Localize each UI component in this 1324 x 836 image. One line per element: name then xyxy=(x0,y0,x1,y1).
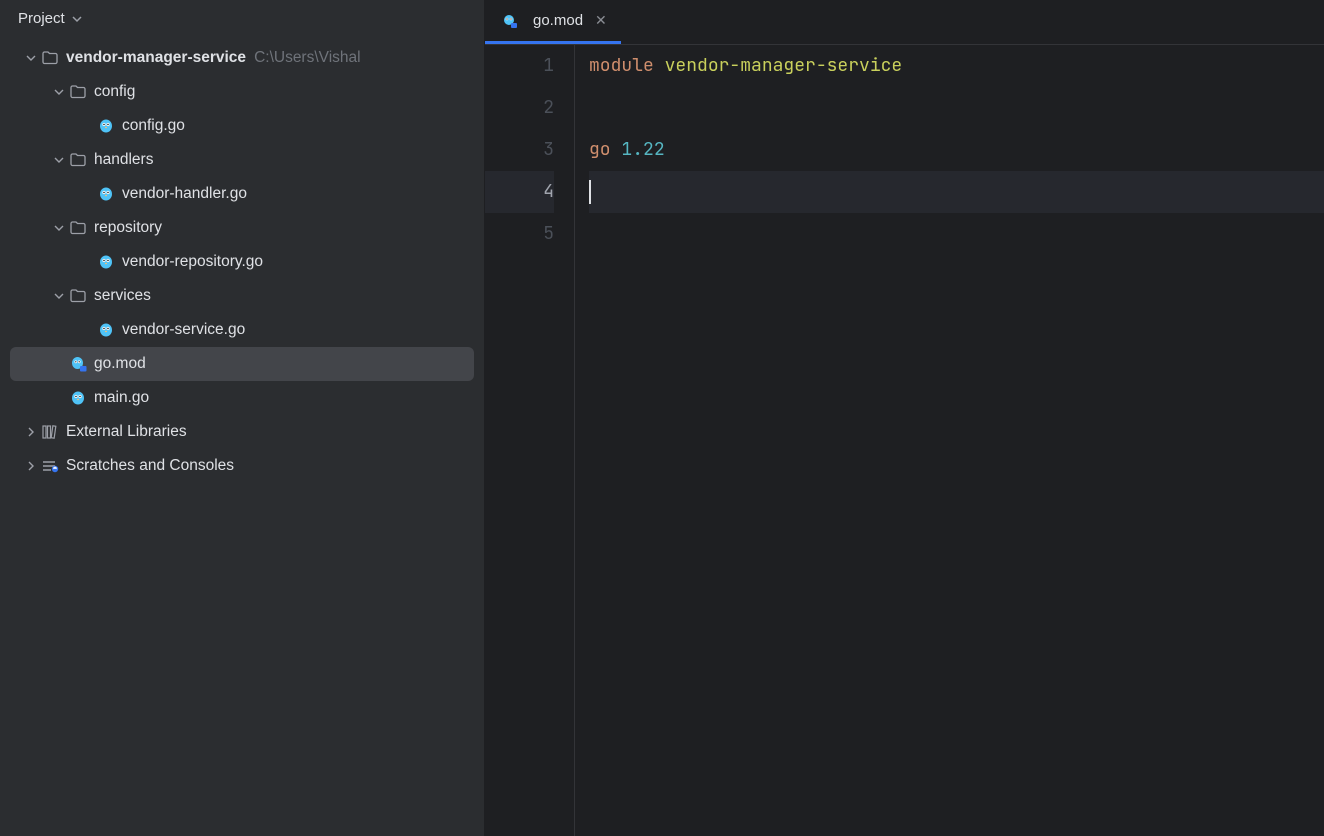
code-line-5 xyxy=(589,213,1324,255)
tree-item-label: vendor-handler.go xyxy=(122,185,247,203)
chevron-down-icon[interactable] xyxy=(50,287,68,305)
tree-item-label: External Libraries xyxy=(66,423,187,441)
tree-item-label: go.mod xyxy=(94,355,146,373)
tree-item-label: vendor-service.go xyxy=(122,321,245,339)
tree-item-vendor-manager-service[interactable]: vendor-manager-service C:\Users\Vishal xyxy=(0,41,484,75)
folder-icon xyxy=(68,150,88,170)
tree-item-vendor-handler-go[interactable]: vendor-handler.go xyxy=(0,177,484,211)
tree-item-path: C:\Users\Vishal xyxy=(254,49,361,67)
tree-item-label: Scratches and Consoles xyxy=(66,457,234,475)
tree-item-external-libraries[interactable]: External Libraries xyxy=(0,415,484,449)
file-tree[interactable]: vendor-manager-service C:\Users\Vishal con… xyxy=(0,37,484,836)
tree-item-vendor-repository-go[interactable]: vendor-repository.go xyxy=(0,245,484,279)
project-header[interactable]: Project xyxy=(0,0,484,37)
library-icon xyxy=(40,422,60,442)
line-number[interactable]: 5 xyxy=(485,213,554,255)
tree-item-repository[interactable]: repository xyxy=(0,211,484,245)
code-line-4 xyxy=(589,171,1324,213)
tree-item-go-mod[interactable]: go.mod xyxy=(10,347,474,381)
tree-item-label: handlers xyxy=(94,151,153,169)
code-line-3: go 1.22 xyxy=(589,129,1324,171)
tree-item-services[interactable]: services xyxy=(0,279,484,313)
tree-item-scratches-and-consoles[interactable]: Scratches and Consoles xyxy=(0,449,484,483)
go-version: 1.22 xyxy=(621,138,664,161)
module-name: vendor-manager-service xyxy=(665,54,903,77)
app-root: Project vendor-manager-service C:\Users\V… xyxy=(0,0,1324,836)
keyword-module: module xyxy=(589,54,654,77)
folder-icon xyxy=(68,82,88,102)
tree-item-config[interactable]: config xyxy=(0,75,484,109)
chevron-down-icon[interactable] xyxy=(22,49,40,67)
folder-icon xyxy=(68,218,88,238)
tab-go-mod[interactable]: go.mod ✕ xyxy=(485,0,621,44)
tab-label: go.mod xyxy=(533,12,583,29)
chevron-down-icon[interactable] xyxy=(50,219,68,237)
tree-item-main-go[interactable]: main.go xyxy=(0,381,484,415)
gopher-icon xyxy=(96,252,116,272)
gopher-icon xyxy=(96,184,116,204)
chevron-down-icon[interactable] xyxy=(50,83,68,101)
project-sidebar: Project vendor-manager-service C:\Users\V… xyxy=(0,0,485,836)
tree-item-label: services xyxy=(94,287,151,305)
tree-item-handlers[interactable]: handlers xyxy=(0,143,484,177)
tree-item-label: vendor-manager-service xyxy=(66,49,246,67)
keyword-go: go xyxy=(589,138,611,161)
line-number[interactable]: 2 xyxy=(485,87,554,129)
code-line-1: module vendor-manager-service xyxy=(589,45,1324,87)
scratch-icon xyxy=(40,456,60,476)
chevron-down-icon[interactable] xyxy=(50,151,68,169)
chevron-down-icon xyxy=(71,13,83,25)
folder-icon xyxy=(68,286,88,306)
tree-item-label: config xyxy=(94,83,135,101)
tree-item-label: repository xyxy=(94,219,162,237)
chevron-right-icon[interactable] xyxy=(22,423,40,441)
text-cursor xyxy=(589,180,591,204)
gopher-mod-icon xyxy=(499,11,519,31)
code-line-2 xyxy=(589,87,1324,129)
line-gutter[interactable]: 12345 xyxy=(485,45,575,836)
editor-body: 12345 module vendor-manager-service go 1… xyxy=(485,45,1324,836)
line-number[interactable]: 4 xyxy=(485,171,554,213)
gopher-icon xyxy=(96,116,116,136)
code-area[interactable]: module vendor-manager-service go 1.22 xyxy=(575,45,1324,836)
editor-panel: go.mod ✕ 12345 module vendor-manager-ser… xyxy=(485,0,1324,836)
tree-item-config-go[interactable]: config.go xyxy=(0,109,484,143)
tree-item-vendor-service-go[interactable]: vendor-service.go xyxy=(0,313,484,347)
line-number[interactable]: 1 xyxy=(485,45,554,87)
folder-icon xyxy=(40,48,60,68)
close-icon[interactable]: ✕ xyxy=(595,12,607,29)
gopher-mod-icon xyxy=(68,354,88,374)
chevron-right-icon[interactable] xyxy=(22,457,40,475)
line-number[interactable]: 3 xyxy=(485,129,554,171)
tree-item-label: vendor-repository.go xyxy=(122,253,263,271)
tree-item-label: config.go xyxy=(122,117,185,135)
tree-item-label: main.go xyxy=(94,389,149,407)
project-title: Project xyxy=(18,10,65,27)
gopher-icon xyxy=(68,388,88,408)
tab-bar: go.mod ✕ xyxy=(485,0,1324,45)
gopher-icon xyxy=(96,320,116,340)
